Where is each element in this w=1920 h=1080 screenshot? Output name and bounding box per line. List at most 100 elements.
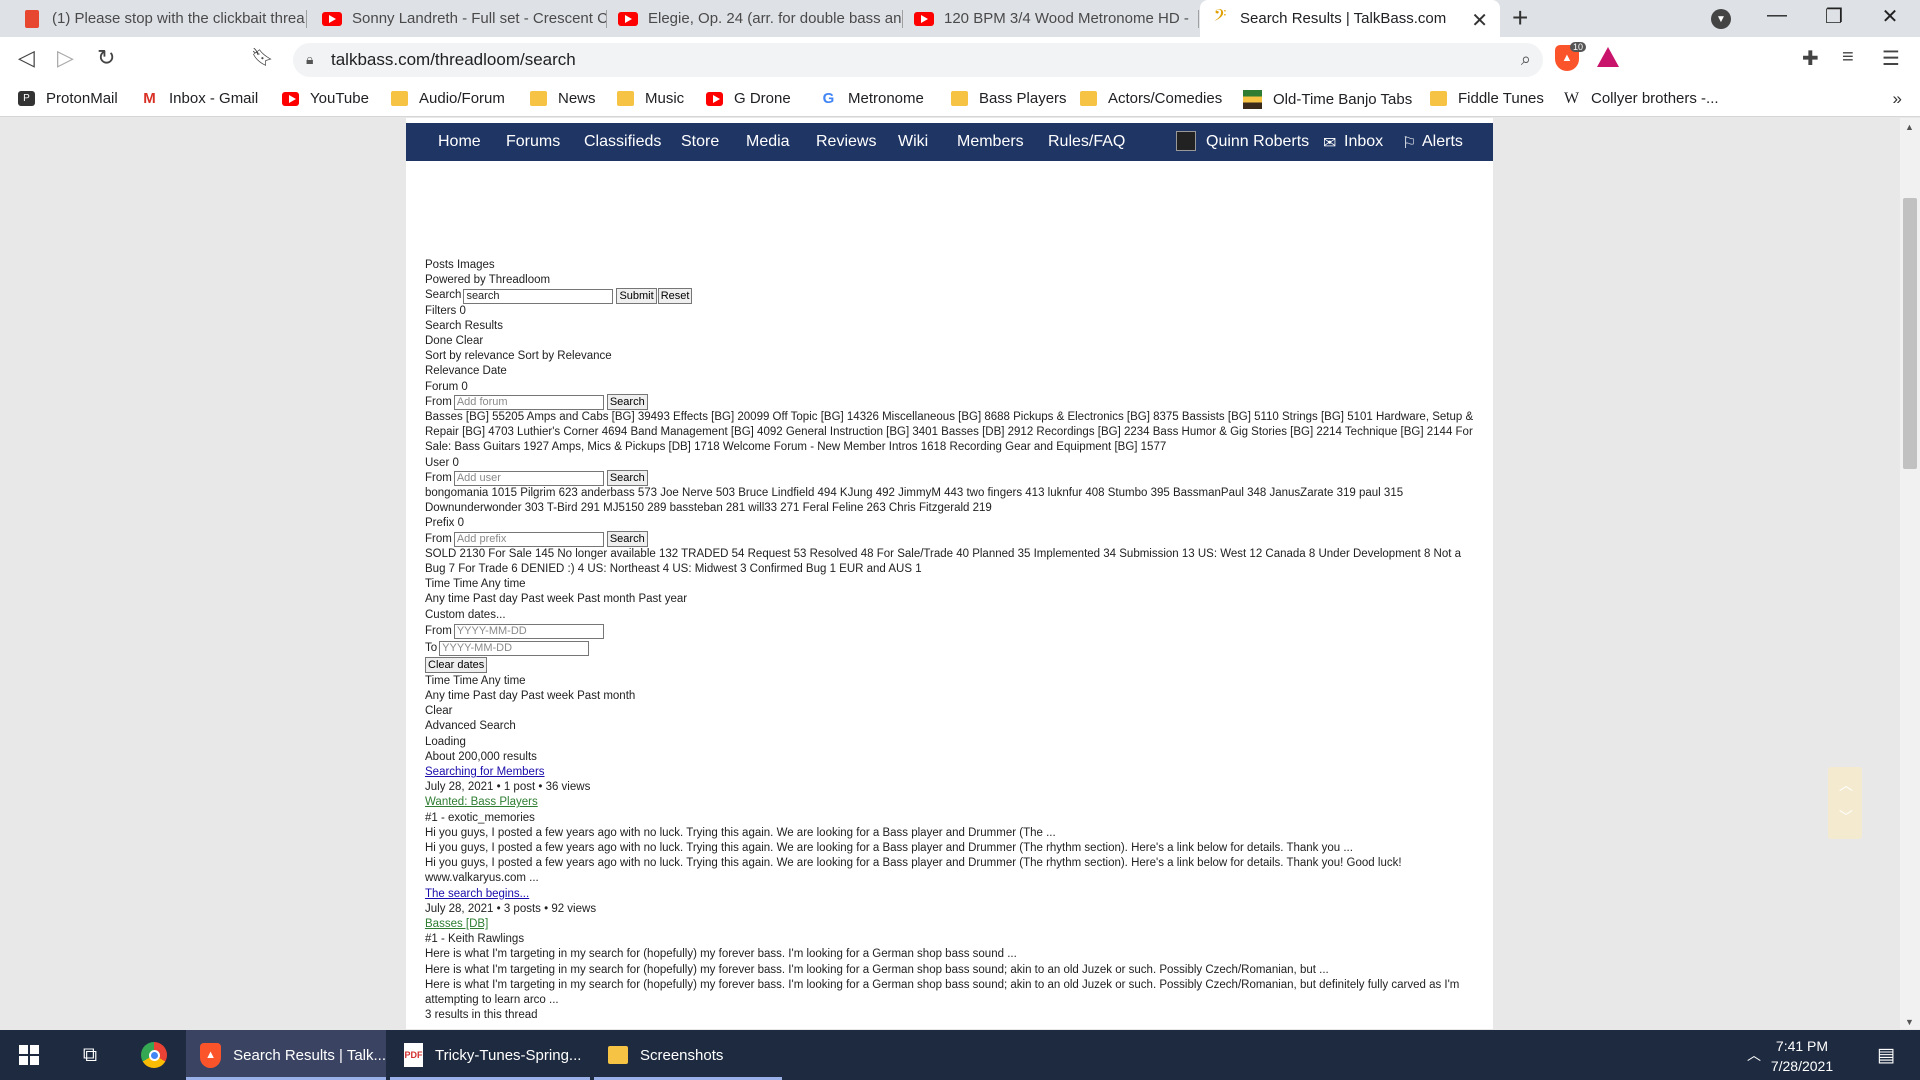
nav-inbox[interactable]: Inbox [1344, 133, 1383, 151]
prefix-input[interactable] [453, 531, 604, 547]
result-title[interactable]: Searching for Members [425, 766, 545, 778]
zoom-icon[interactable]: ⌕ [1521, 49, 1531, 70]
bookmark-banjo-tabs[interactable]: Old-Time Banjo Tabs [1243, 90, 1412, 109]
search-input[interactable] [463, 288, 614, 304]
scroll-to-top-widget[interactable]: ︿ ﹀ [1828, 767, 1862, 839]
start-button[interactable] [0, 1030, 58, 1080]
user-facet-list[interactable]: bongomania 1015 Pilgrim 623 anderbass 57… [425, 486, 1475, 516]
filters-toggle[interactable]: Filters 0 [425, 304, 1475, 319]
custom-dates-link[interactable]: Custom dates... [425, 608, 1475, 623]
nav-media[interactable]: Media [746, 133, 790, 151]
bookmark-gmail[interactable]: M Inbox - Gmail [141, 90, 258, 107]
system-clock[interactable]: 7:41 PM 7/28/2021 [1754, 1036, 1850, 1076]
nav-store[interactable]: Store [681, 133, 719, 151]
submit-button[interactable]: Submit [616, 288, 657, 304]
result-forum-link[interactable]: Wanted: Bass Players [425, 795, 1475, 810]
nav-members[interactable]: Members [957, 133, 1024, 151]
nav-reviews[interactable]: Reviews [816, 133, 876, 151]
taskbar-app-brave[interactable]: ▲ Search Results | Talk... [186, 1030, 386, 1080]
tab-metronome[interactable]: 120 BPM 3/4 Wood Metronome HD - [904, 0, 1199, 37]
tab-elegie[interactable]: Elegie, Op. 24 (arr. for double bass anc [608, 0, 903, 37]
forum-search-button[interactable]: Search [606, 394, 648, 411]
prefix-filter-heading[interactable]: Prefix 0 [425, 516, 1475, 531]
bookmark-icon[interactable]: 🔖︎ [251, 47, 274, 68]
notifications-icon[interactable]: ▤ [1862, 1030, 1910, 1080]
avatar[interactable] [1176, 131, 1196, 151]
result-author[interactable]: #1 - exotic_memories [425, 811, 1475, 826]
advanced-search-link[interactable]: Advanced Search [425, 719, 1475, 734]
bookmark-youtube[interactable]: YouTube [282, 90, 369, 107]
nav-wiki[interactable]: Wiki [898, 133, 928, 151]
chevron-down-icon[interactable]: ﹀ [1839, 807, 1853, 827]
brave-rewards-icon[interactable] [1597, 47, 1619, 67]
more-bookmarks-icon[interactable]: » [1893, 89, 1902, 109]
scroll-down-icon[interactable]: ▼ [1905, 1017, 1914, 1027]
taskbar-app-screenshots[interactable]: Screenshots [594, 1030, 782, 1080]
date-to-input[interactable] [439, 640, 590, 656]
user-input[interactable] [453, 470, 604, 486]
result-title-link[interactable]: The search begins... [425, 887, 1475, 902]
address-bar[interactable]: 🔒︎ talkbass.com/threadloom/search ⌕ [293, 43, 1543, 77]
forum-facet-list[interactable]: Basses [BG] 55205 Amps and Cabs [BG] 394… [425, 410, 1475, 456]
chevron-up-icon[interactable]: ︿ [1839, 775, 1853, 795]
new-tab-button[interactable]: + [1512, 2, 1528, 34]
result-forum-link[interactable]: Basses [DB] [425, 917, 1475, 932]
scroll-up-icon[interactable]: ▲ [1905, 122, 1914, 132]
envelope-icon[interactable]: ✉ [1323, 133, 1336, 153]
menu-icon[interactable]: ☰ [1882, 46, 1900, 71]
reset-button[interactable]: Reset [657, 288, 693, 304]
bookmark-fiddle-tunes[interactable]: Fiddle Tunes [1430, 90, 1544, 107]
close-window-icon[interactable]: ✕ [1870, 4, 1910, 29]
bookmark-audio-forum[interactable]: Audio/Forum [391, 90, 505, 107]
clear-link[interactable]: Clear [425, 704, 1475, 719]
time-options[interactable]: Any time Past day Past week Past month P… [425, 592, 1475, 607]
bookmark-bass-players[interactable]: Bass Players [951, 90, 1067, 107]
minimize-icon[interactable]: — [1757, 4, 1797, 27]
nav-forums[interactable]: Forums [506, 133, 560, 151]
back-icon[interactable]: ◁ [18, 45, 35, 71]
prefix-search-button[interactable]: Search [606, 531, 648, 548]
sort-selector[interactable]: Sort by relevance Sort by Relevance [425, 349, 1475, 364]
search-tabs[interactable]: Posts Images [425, 258, 1475, 273]
bookmark-actors-comedies[interactable]: Actors/Comedies [1080, 90, 1222, 107]
nav-classifieds[interactable]: Classifieds [584, 133, 661, 151]
time-options-2[interactable]: Any time Past day Past week Past month [425, 689, 1475, 704]
date-from-input[interactable] [453, 623, 604, 639]
result-forum[interactable]: Wanted: Bass Players [425, 796, 538, 808]
media-queue-icon[interactable]: ≡ [1842, 46, 1854, 69]
nav-home[interactable]: Home [438, 133, 481, 151]
tab-clickbait-thread[interactable]: (1) Please stop with the clickbait threa [12, 0, 307, 37]
nav-rules-faq[interactable]: Rules/FAQ [1048, 133, 1125, 151]
page-scrollbar[interactable]: ▲ ▼ [1900, 118, 1920, 1029]
flag-icon[interactable]: ⚐ [1402, 133, 1416, 153]
result-forum[interactable]: Basses [DB] [425, 918, 488, 930]
forum-input[interactable] [453, 394, 604, 410]
bookmark-collyer-brothers[interactable]: W Collyer brothers -... [1563, 90, 1719, 108]
chrome-icon[interactable] [130, 1030, 178, 1080]
extensions-icon[interactable]: ✚ [1802, 46, 1819, 71]
nav-alerts[interactable]: Alerts [1422, 133, 1463, 151]
bookmark-metronome[interactable]: G Metronome [820, 90, 924, 107]
result-author[interactable]: #1 - Keith Rawlings [425, 932, 1475, 947]
tab-sonny-landreth[interactable]: Sonny Landreth - Full set - Crescent Ci [312, 0, 607, 37]
user-search-button[interactable]: Search [606, 470, 648, 487]
forum-filter-heading[interactable]: Forum 0 [425, 380, 1475, 395]
tab-search-results[interactable]: 𝄢 Search Results | TalkBass.com ✕ [1200, 0, 1500, 37]
forward-icon[interactable]: ▷ [57, 45, 74, 71]
tab-search-icon[interactable]: ▼ [1711, 9, 1731, 29]
bookmark-g-drone[interactable]: G Drone [706, 90, 791, 107]
prefix-facet-list[interactable]: SOLD 2130 For Sale 145 No longer availab… [425, 547, 1475, 577]
task-view-icon[interactable]: ⧉ [66, 1030, 114, 1080]
user-filter-heading[interactable]: User 0 [425, 456, 1475, 471]
thread-result-count[interactable]: 3 results in this thread [425, 1008, 1475, 1023]
restore-icon[interactable]: ❐ [1814, 4, 1854, 29]
taskbar-app-pdf[interactable]: PDF Tricky-Tunes-Spring... [390, 1030, 590, 1080]
user-name-link[interactable]: Quinn Roberts [1206, 133, 1309, 151]
result-title-link[interactable]: Searching for Members [425, 765, 1475, 780]
result-title[interactable]: The search begins... [425, 888, 529, 900]
done-clear-links[interactable]: Done Clear [425, 334, 1475, 349]
scroll-thumb[interactable] [1903, 198, 1917, 469]
time-filter-heading[interactable]: Time Time Any time [425, 577, 1475, 592]
bookmark-protonmail[interactable]: P ProtonMail [18, 90, 118, 107]
sort-options[interactable]: Relevance Date [425, 364, 1475, 379]
